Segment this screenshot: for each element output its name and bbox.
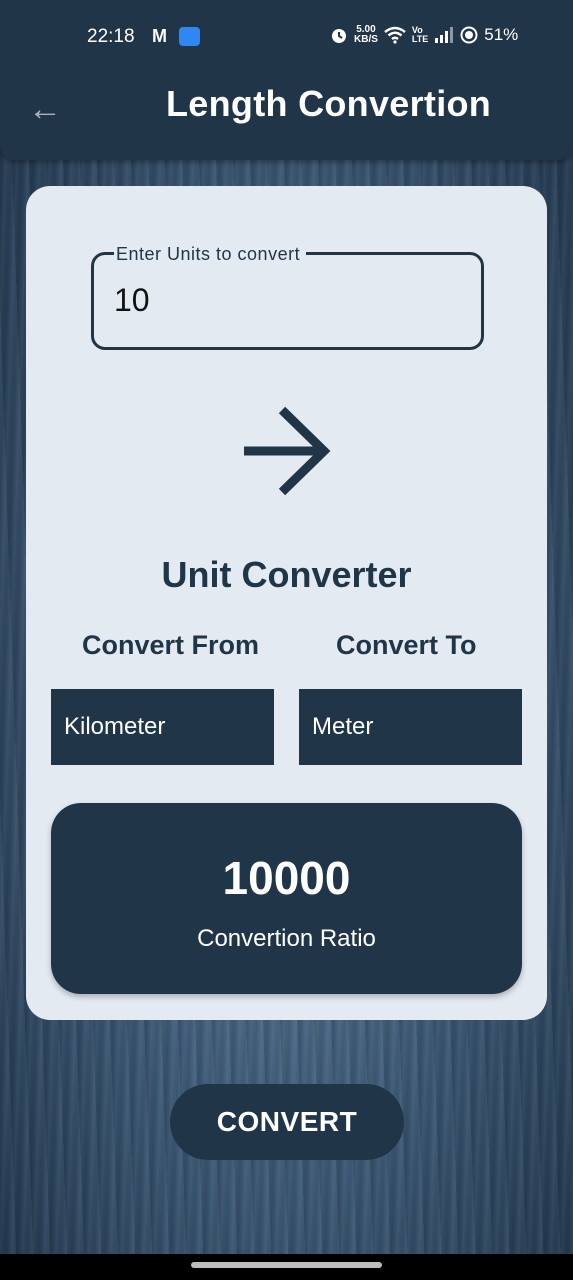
result-panel: 10000 Convertion Ratio [51, 803, 522, 994]
result-value: 10000 [222, 852, 351, 904]
arrow-right-icon [244, 406, 331, 496]
status-time: 22:18 [87, 26, 135, 47]
convert-to-label: Convert To [336, 630, 477, 660]
alarm-icon [332, 29, 346, 43]
status-right-icons: 5.00 KB/S Vo LTE 51% [330, 25, 518, 45]
android-notification-icon [179, 27, 200, 46]
app-bar: 22:18 M 5.00 KB/S Vo LTE 51% ← Length Co… [0, 0, 573, 160]
volte-icon: Vo LTE [411, 25, 429, 44]
wifi-icon [384, 26, 406, 44]
convert-from-select[interactable]: Kilometer [51, 689, 274, 765]
system-nav-bar [0, 1254, 573, 1280]
back-arrow-icon[interactable]: ← [28, 92, 62, 126]
signal-icon [435, 27, 454, 43]
result-caption: Convertion Ratio [197, 925, 376, 952]
converter-heading: Unit Converter [161, 554, 412, 595]
units-input[interactable] [114, 280, 454, 320]
speed-unit: KB/S [354, 34, 378, 45]
convert-from-label: Convert From [82, 630, 260, 660]
network-speed: 5.00 KB/S [354, 25, 378, 45]
convert-button[interactable]: CONVERT [170, 1084, 404, 1160]
convert-to-select[interactable]: Meter [299, 689, 522, 765]
home-gesture-handle[interactable] [191, 1262, 382, 1268]
units-input-label: Enter Units to convert [114, 244, 307, 265]
status-bar: 22:18 M 5.00 KB/S Vo LTE 51% [0, 22, 573, 52]
battery-saver-icon [460, 26, 478, 44]
battery-percent: 51% [484, 25, 519, 44]
gmail-icon: M [152, 26, 167, 46]
converter-card: Enter Units to convert Unit Converter Co… [26, 186, 547, 1020]
page-title: Length Convertion [166, 83, 492, 124]
